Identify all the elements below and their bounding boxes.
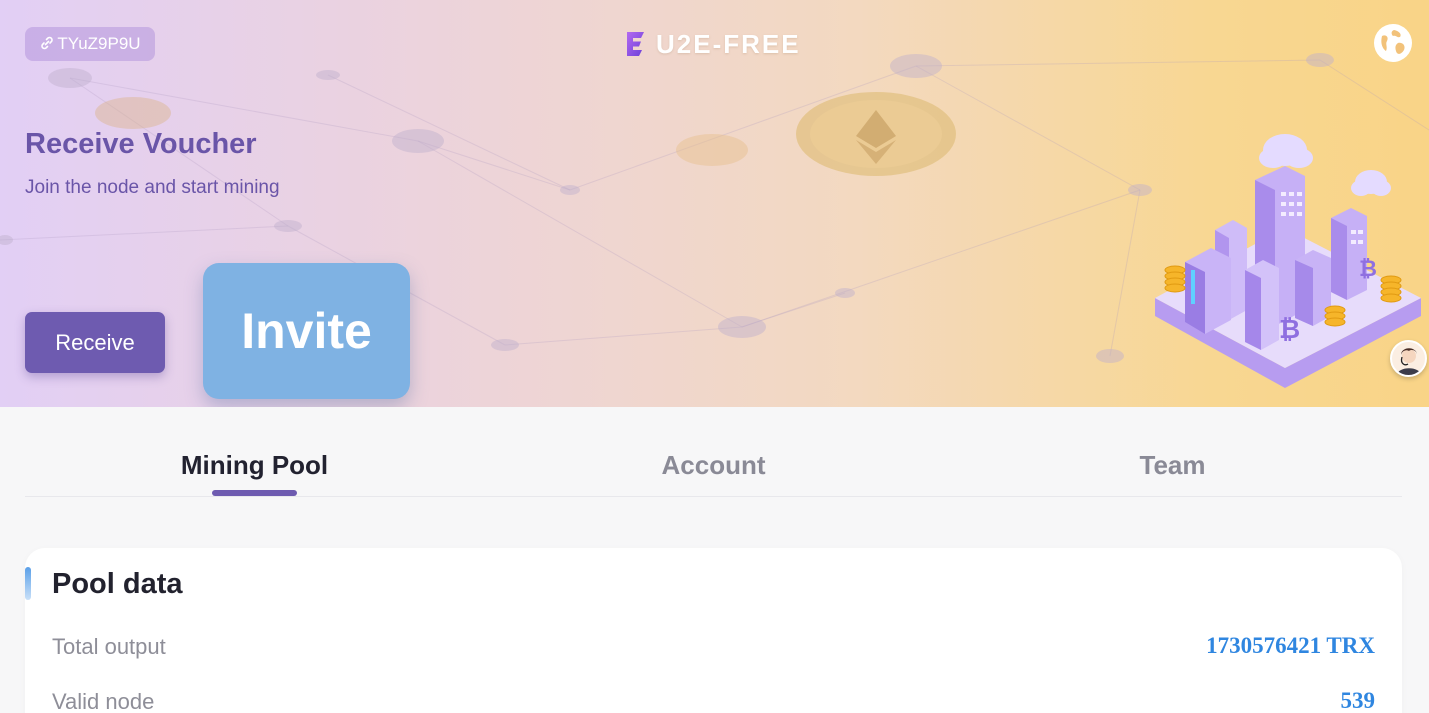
crypto-city-illustration: ₿ ₿ xyxy=(1155,134,1421,388)
app-logo: U2E-FREE xyxy=(622,28,801,60)
referral-code-chip[interactable]: TYuZ9P9U xyxy=(25,27,155,61)
customer-support-avatar[interactable] xyxy=(1390,340,1427,377)
valid-node-label: Valid node xyxy=(52,689,155,713)
svg-text:₿: ₿ xyxy=(1279,315,1300,345)
total-output-value: 1730576421 TRX xyxy=(1206,633,1375,658)
tab-mining-pool[interactable]: Mining Pool xyxy=(25,450,484,481)
hero-title: Receive Voucher xyxy=(25,128,257,160)
svg-text:₿: ₿ xyxy=(1359,257,1377,282)
receive-button[interactable]: Receive xyxy=(25,312,165,373)
main-tabs: Mining Pool Account Team xyxy=(25,440,1402,497)
active-tab-indicator xyxy=(212,490,297,496)
card-title: Pool data xyxy=(52,568,183,600)
support-agent-icon xyxy=(1397,348,1421,375)
globe-icon[interactable] xyxy=(1372,22,1414,64)
invite-button[interactable]: Invite xyxy=(203,263,410,399)
hero-subtitle: Join the node and start mining xyxy=(25,177,280,198)
referral-code-text: TYuZ9P9U xyxy=(57,34,141,53)
total-output-label: Total output xyxy=(52,634,166,659)
logo-mark-icon xyxy=(627,32,644,56)
logo-text: U2E-FREE xyxy=(656,28,801,59)
valid-node-value: 539 xyxy=(1340,688,1376,713)
link-icon xyxy=(41,36,54,50)
hero-banner: TYuZ9P9U U2E-FREE Receive Voucher Join t… xyxy=(0,0,1429,407)
tab-account[interactable]: Account xyxy=(484,450,943,481)
card-accent-bar xyxy=(25,567,31,600)
pool-data-card: Pool data Total output 1730576421 TRX Va… xyxy=(25,548,1402,713)
tab-team[interactable]: Team xyxy=(943,450,1402,481)
